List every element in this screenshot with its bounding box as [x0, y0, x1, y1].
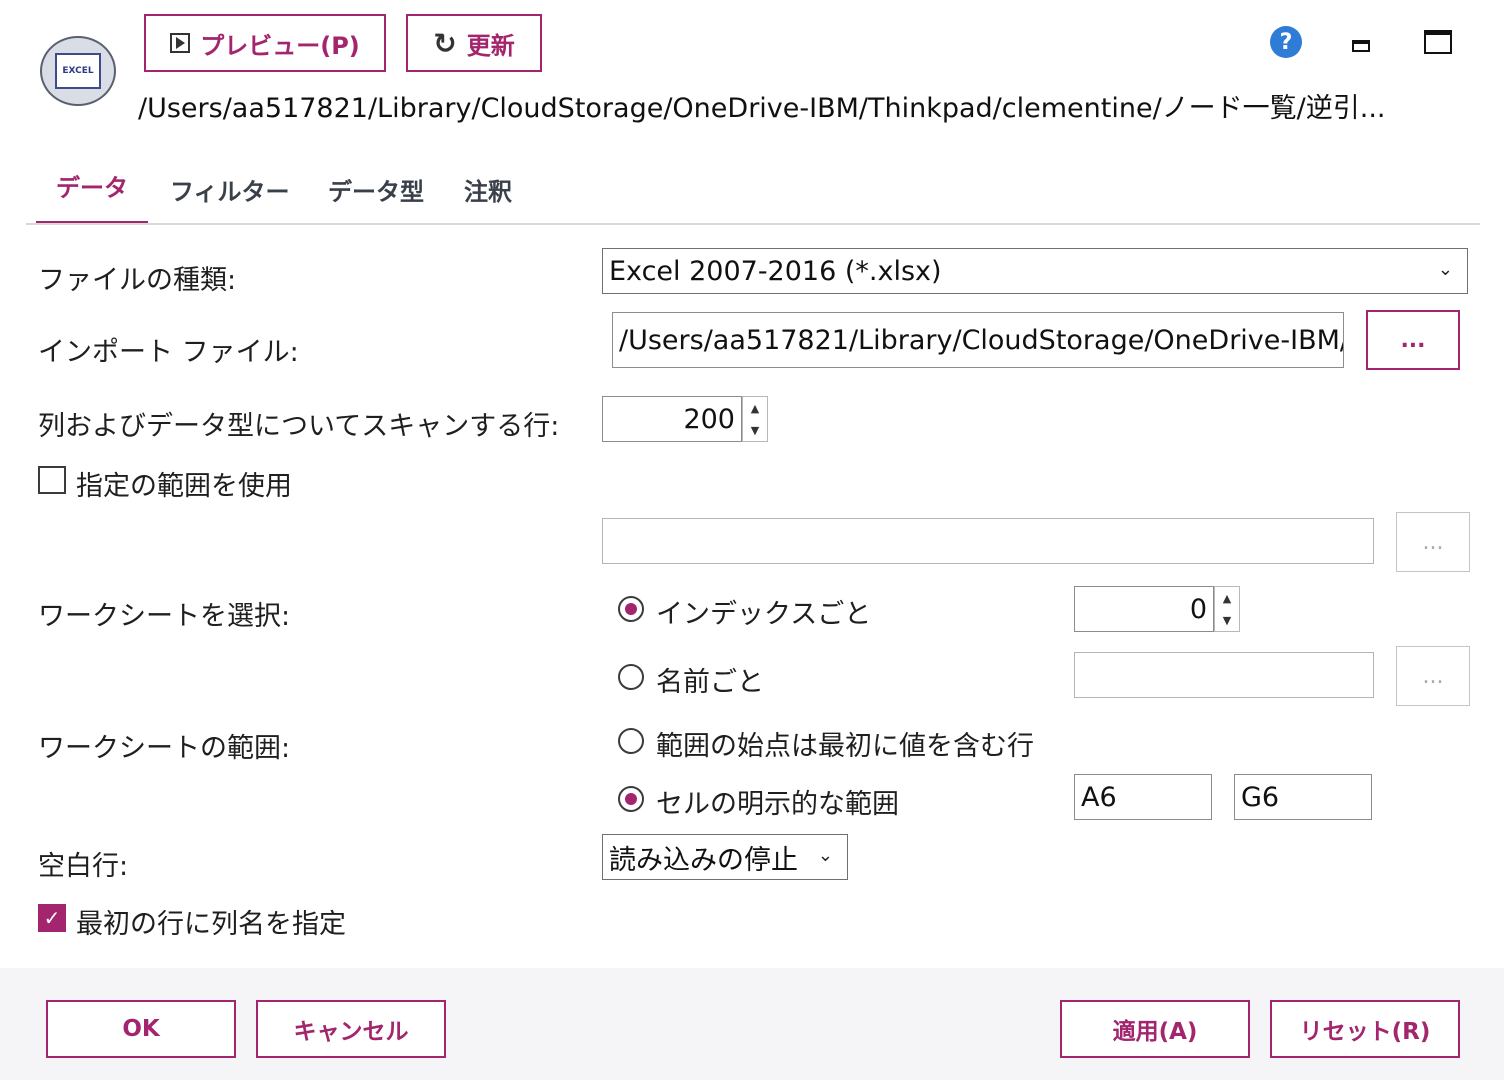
play-icon: [170, 33, 191, 53]
apply-button[interactable]: 適用(A): [1060, 1000, 1250, 1058]
worksheet-name-browse-label: ...: [1422, 663, 1444, 689]
refresh-icon: ↻: [433, 26, 457, 60]
help-icon[interactable]: ?: [1270, 26, 1302, 58]
tab-types-label: データ型: [328, 178, 424, 206]
tab-data-label: データ: [56, 174, 128, 202]
preview-button-label: プレビュー(P): [200, 31, 360, 60]
range-first-label: 範囲の始点は最初に値を含む行: [656, 731, 1034, 762]
refresh-button-label: 更新: [466, 31, 515, 60]
by-index-label: インデックスごと: [656, 599, 872, 630]
by-name-label: 名前ごと: [656, 667, 764, 698]
scan-rows-stepper[interactable]: ▲ ▼: [742, 396, 768, 442]
cancel-button-label: キャンセル: [293, 1019, 409, 1045]
range-end-input[interactable]: G6: [1234, 774, 1372, 820]
range-first-radio[interactable]: [618, 728, 644, 754]
refresh-button[interactable]: ↻ 更新: [406, 14, 542, 72]
apply-button-label: 適用(A): [1112, 1019, 1198, 1045]
excel-node-icon: EXCEL: [40, 36, 116, 106]
chevron-down-icon[interactable]: ▼: [1215, 609, 1239, 631]
named-range-input[interactable]: [602, 518, 1374, 564]
tab-filter[interactable]: フィルター: [170, 172, 290, 207]
scan-rows-label: 列およびデータ型についてスキャンする行:: [38, 411, 560, 442]
worksheet-label: ワークシートを選択:: [38, 601, 291, 632]
tab-annotations[interactable]: 注釈: [464, 172, 512, 207]
file-type-value: Excel 2007-2016 (*.xlsx): [609, 255, 942, 287]
check-icon: ✓: [43, 906, 61, 930]
scan-rows-input[interactable]: 200: [602, 396, 742, 442]
tab-types[interactable]: データ型: [328, 172, 424, 207]
file-type-select[interactable]: Excel 2007-2016 (*.xlsx) ⌄: [602, 248, 1468, 294]
tab-data[interactable]: データ: [56, 168, 128, 203]
excel-icon-text: EXCEL: [62, 66, 94, 76]
blank-rows-select[interactable]: 読み込みの停止 ⌄: [602, 834, 848, 880]
ok-button[interactable]: OK: [46, 1000, 236, 1058]
file-path-title: /Users/aa517821/Library/CloudStorage/One…: [138, 93, 1386, 124]
maximize-icon[interactable]: [1424, 30, 1452, 54]
worksheet-index-input[interactable]: 0: [1074, 586, 1214, 632]
chevron-up-icon[interactable]: ▲: [1215, 587, 1239, 609]
import-file-value: /Users/aa517821/Library/CloudStorage/One…: [619, 324, 1344, 356]
tab-filter-label: フィルター: [170, 178, 290, 206]
range-start-value: A6: [1081, 781, 1117, 813]
reset-button[interactable]: リセット(R): [1270, 1000, 1460, 1058]
range-end-value: G6: [1241, 781, 1280, 813]
range-explicit-label: セルの明示的な範囲: [656, 789, 899, 820]
file-type-label: ファイルの種類:: [38, 265, 237, 296]
named-range-browse-label: ...: [1422, 529, 1444, 555]
worksheet-index-value: 0: [1189, 593, 1207, 625]
use-named-range-label: 指定の範囲を使用: [76, 471, 292, 502]
worksheet-name-browse-button[interactable]: ...: [1396, 646, 1470, 706]
blank-rows-label: 空白行:: [38, 851, 129, 882]
tab-divider: [26, 223, 1480, 225]
reset-button-label: リセット(R): [1299, 1019, 1431, 1045]
worksheet-index-stepper[interactable]: ▲ ▼: [1214, 586, 1240, 632]
import-file-label: インポート ファイル:: [38, 337, 299, 368]
worksheet-name-input[interactable]: [1074, 652, 1374, 698]
tab-annotations-label: 注釈: [464, 178, 512, 206]
first-row-names-checkbox[interactable]: ✓: [38, 904, 66, 932]
minimize-icon[interactable]: [1352, 40, 1370, 52]
blank-rows-value: 読み込みの停止: [609, 844, 798, 876]
by-name-radio[interactable]: [618, 664, 644, 690]
range-explicit-radio[interactable]: [618, 786, 644, 812]
use-named-range-checkbox[interactable]: [38, 466, 66, 494]
import-file-input[interactable]: /Users/aa517821/Library/CloudStorage/One…: [612, 312, 1344, 368]
named-range-browse-button[interactable]: ...: [1396, 512, 1470, 572]
scan-rows-value: 200: [683, 403, 735, 435]
range-label: ワークシートの範囲:: [38, 733, 291, 764]
by-index-radio[interactable]: [618, 596, 644, 622]
first-row-names-label: 最初の行に列名を指定: [76, 909, 346, 940]
chevron-down-icon[interactable]: ▼: [743, 419, 767, 441]
chevron-down-icon: ⌄: [1437, 259, 1453, 280]
range-start-input[interactable]: A6: [1074, 774, 1212, 820]
browse-file-label: ...: [1400, 327, 1426, 353]
cancel-button[interactable]: キャンセル: [256, 1000, 446, 1058]
chevron-down-icon: ⌄: [817, 845, 833, 866]
chevron-up-icon[interactable]: ▲: [743, 397, 767, 419]
ok-button-label: OK: [122, 1016, 160, 1042]
preview-button[interactable]: プレビュー(P): [144, 14, 386, 72]
browse-file-button[interactable]: ...: [1366, 310, 1460, 370]
